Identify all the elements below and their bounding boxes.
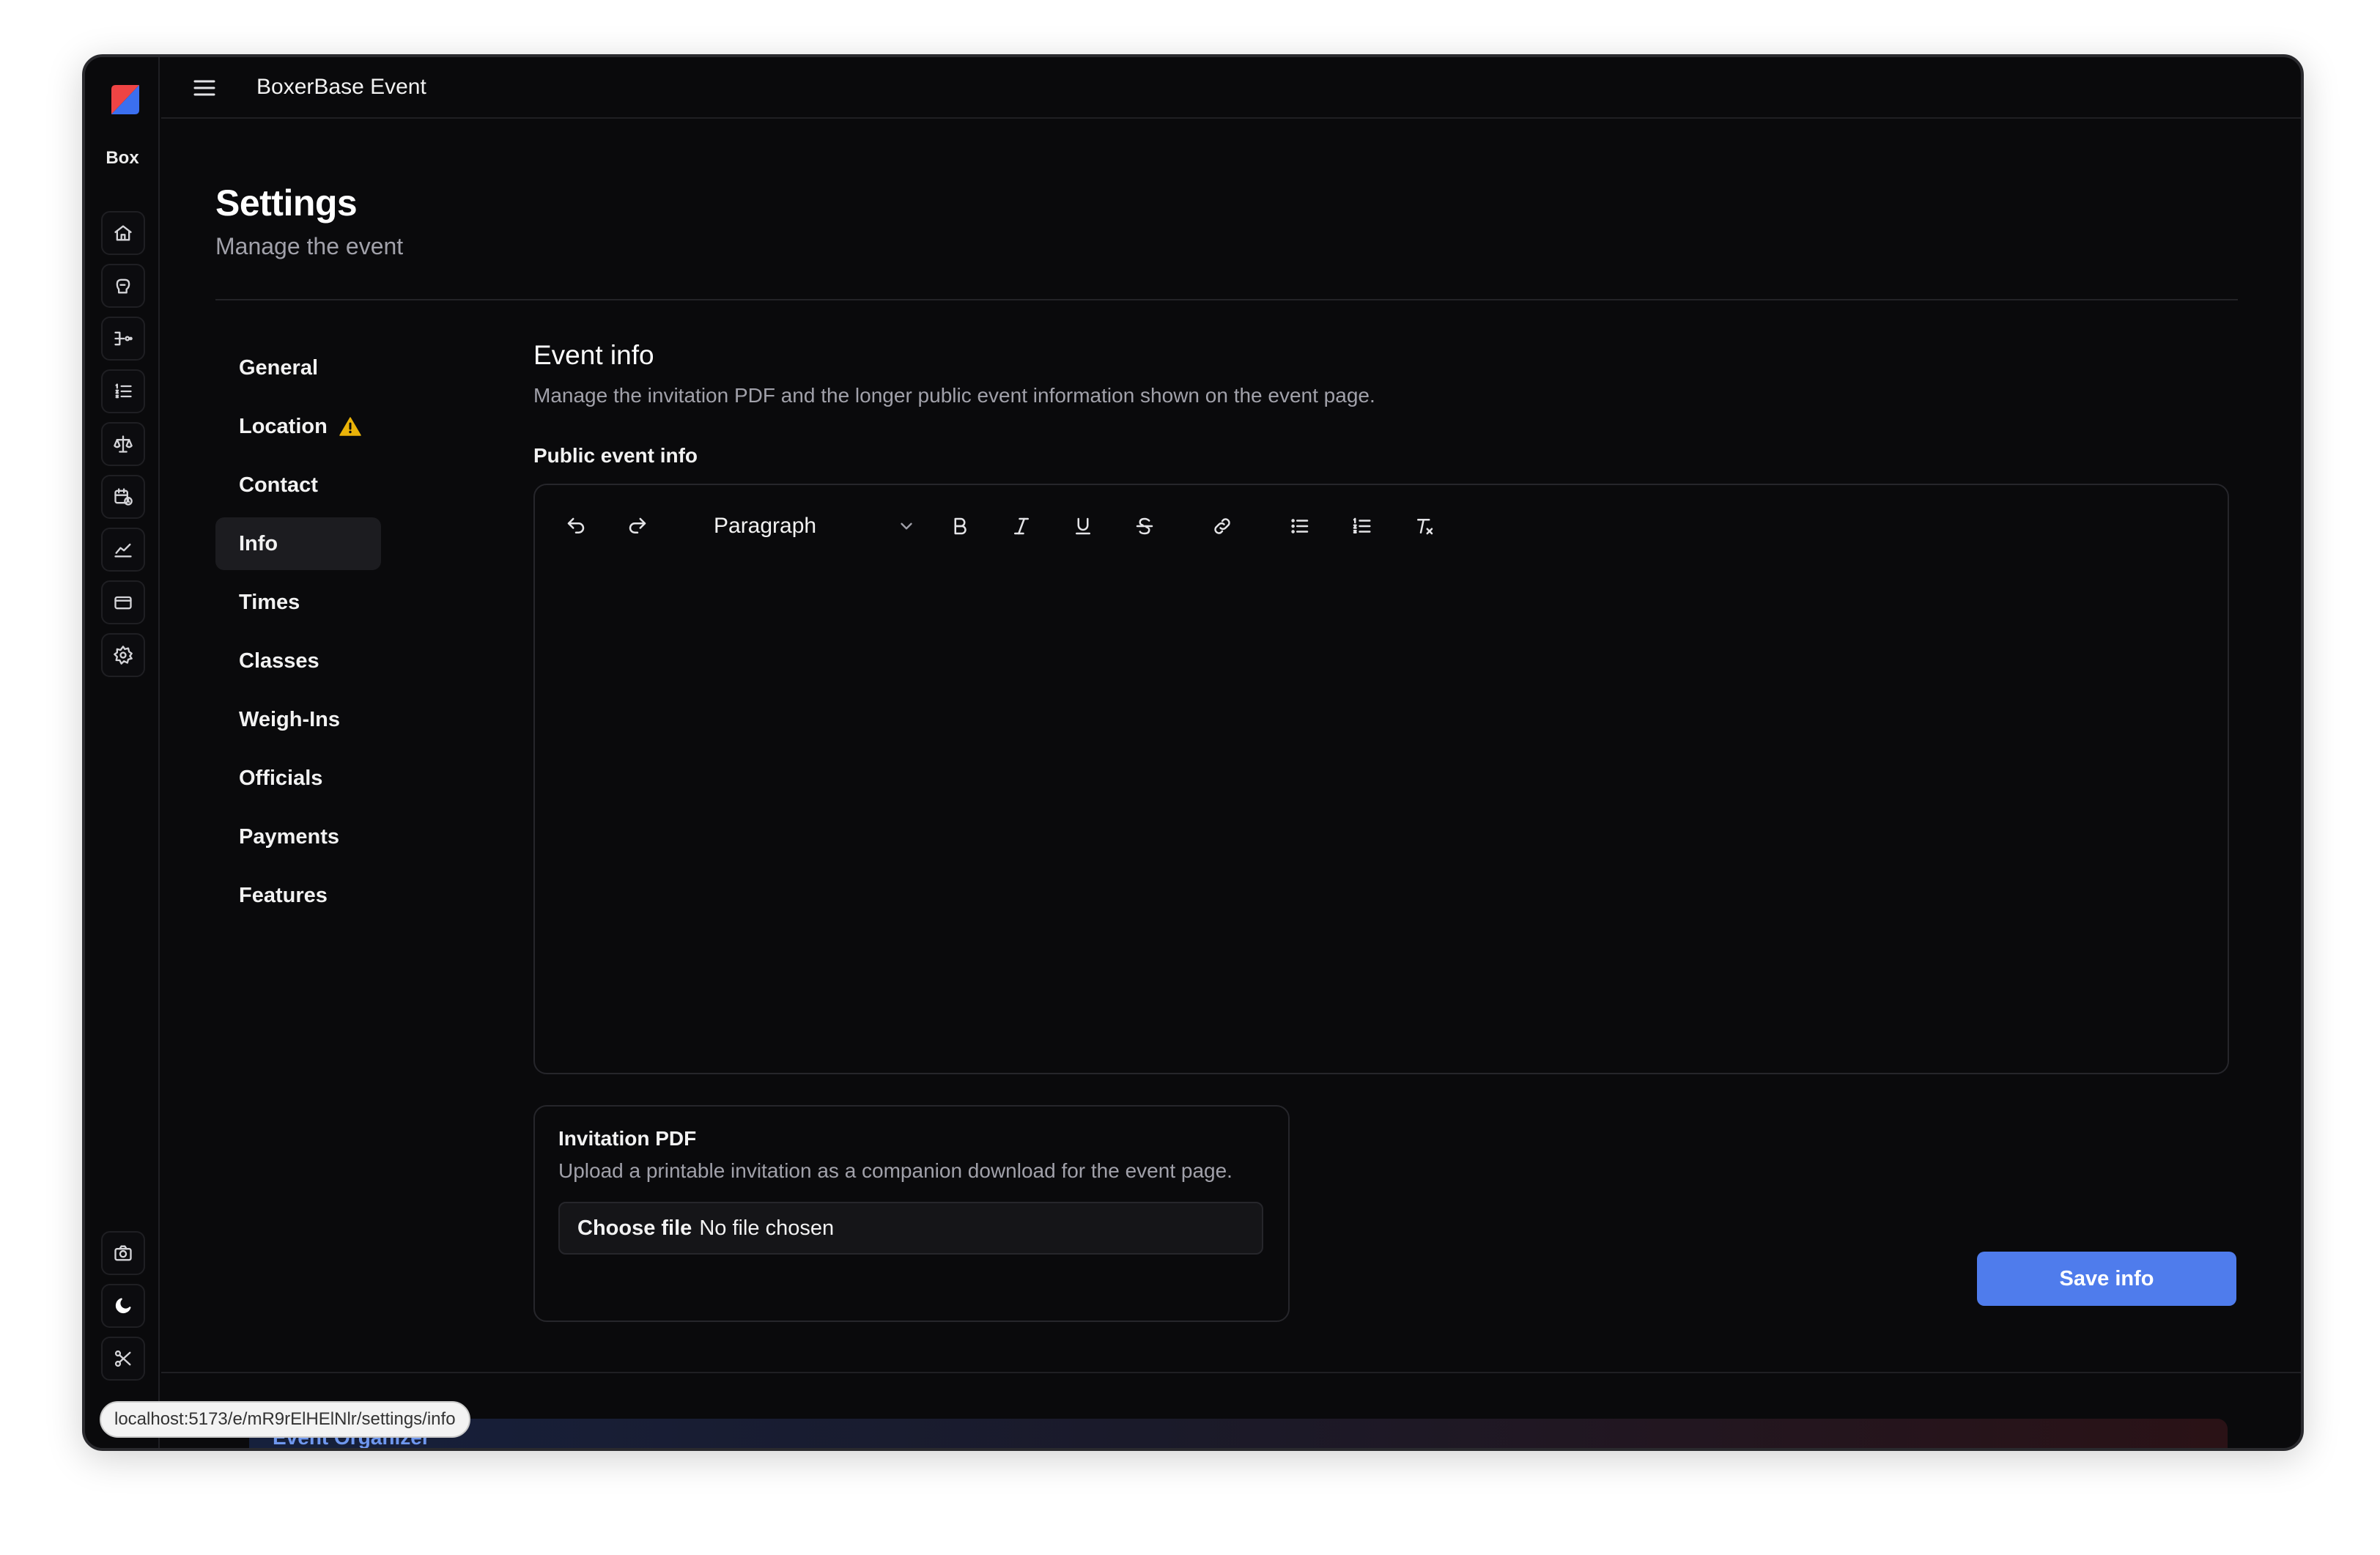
file-status: No file chosen [699, 1216, 835, 1240]
rail-label: Box [106, 148, 139, 168]
clear-formatting-icon [1417, 519, 1433, 535]
editor-toolbar: Paragraph [535, 485, 2228, 566]
clear-formatting-button[interactable] [1410, 511, 1439, 541]
link-preview-status: localhost:5173/e/mR9rElHElNlr/settings/i… [100, 1401, 470, 1438]
strikethrough-button[interactable] [1130, 511, 1159, 541]
nav-label: Features [239, 883, 328, 907]
nav-label: Location [239, 414, 328, 438]
rail-screenshot-button[interactable] [101, 1231, 145, 1275]
nav-item-contact[interactable]: Contact [215, 459, 381, 511]
rail-schedule-button[interactable] [101, 475, 145, 519]
nav-label: Contact [239, 473, 318, 497]
rail-billing-button[interactable] [101, 580, 145, 624]
bold-button[interactable] [945, 511, 975, 541]
nav-item-features[interactable]: Features [215, 869, 381, 922]
nav-item-officials[interactable]: Officials [215, 752, 381, 805]
rail-bouts-button[interactable] [101, 317, 145, 361]
nav-label: Times [239, 590, 300, 614]
top-bar [161, 57, 2301, 119]
block-type-value: Paragraph [714, 514, 817, 538]
invitation-pdf-card: Invitation PDF Upload a printable invita… [533, 1105, 1290, 1322]
section-title: Event info [533, 340, 654, 370]
organizer-banner: Event Organizer [249, 1419, 2228, 1448]
underline-icon [1076, 517, 1090, 535]
invitation-description: Upload a printable invitation as a compa… [558, 1159, 1232, 1182]
rail-home-button[interactable] [101, 211, 145, 255]
rail-list-button[interactable] [101, 369, 145, 413]
redo-icon [629, 517, 646, 533]
bullet-list-icon [1291, 519, 1309, 533]
nav-label: Classes [239, 649, 319, 673]
nav-label: General [239, 355, 318, 380]
glove-icon [116, 278, 130, 294]
numbered-list-icon [1353, 517, 1371, 533]
calendar-clock-icon [114, 488, 133, 506]
nav-label: Weigh-Ins [239, 707, 341, 731]
header-divider [215, 299, 2238, 300]
link-button[interactable] [1208, 511, 1237, 541]
footer-divider [161, 1372, 2301, 1373]
underline-button[interactable] [1068, 511, 1098, 541]
rail-theme-button[interactable] [101, 1284, 145, 1328]
undo-icon [567, 517, 585, 533]
public-info-label: Public event info [533, 444, 698, 467]
italic-button[interactable] [1007, 511, 1036, 541]
invitation-title: Invitation PDF [558, 1127, 697, 1150]
nav-item-info[interactable]: Info [215, 517, 381, 570]
rail-settings-button[interactable] [101, 633, 145, 677]
rail-stats-button[interactable] [101, 528, 145, 572]
nav-item-times[interactable]: Times [215, 576, 381, 629]
app-window: Box BoxerBase Event Settings Manage the … [82, 54, 2304, 1451]
warning-icon [339, 417, 361, 436]
page-title: Settings [215, 182, 358, 224]
undo-button[interactable] [561, 511, 591, 541]
section-description: Manage the invitation PDF and the longer… [533, 384, 1375, 407]
ordered-list-icon [115, 383, 132, 399]
page-subtitle: Manage the event [215, 233, 404, 259]
nav-item-location[interactable]: Location [215, 400, 381, 453]
editor-content-area[interactable] [561, 573, 2201, 1046]
app-title: BoxerBase Event [256, 75, 426, 99]
strikethrough-icon [1136, 517, 1153, 535]
moon-icon [115, 1298, 131, 1314]
app-logo-icon[interactable] [107, 82, 139, 114]
hamburger-menu-icon[interactable] [193, 79, 215, 97]
bold-icon [954, 517, 967, 535]
rich-text-editor[interactable]: Paragraph [533, 484, 2229, 1074]
block-type-select[interactable]: Paragraph [714, 509, 916, 544]
rail-weigh-button[interactable] [101, 422, 145, 466]
link-icon [1214, 518, 1230, 534]
nav-label: Payments [239, 824, 340, 849]
numbered-list-button[interactable] [1347, 511, 1376, 541]
card-icon [114, 596, 132, 610]
rail-tools-button[interactable] [101, 1337, 145, 1381]
home-icon [114, 225, 132, 241]
scale-icon [114, 435, 133, 453]
nav-item-weigh-ins[interactable]: Weigh-Ins [215, 693, 381, 746]
chevron-down-icon [901, 522, 912, 530]
nav-item-general[interactable]: General [215, 341, 381, 394]
nav-label: Info [239, 531, 278, 555]
save-info-button[interactable]: Save info [1977, 1252, 2236, 1306]
settings-nav: General Location Contact Info Times Clas… [215, 341, 381, 928]
nav-label: Officials [239, 766, 323, 790]
camera-icon [114, 1245, 132, 1261]
bullet-list-button[interactable] [1285, 511, 1315, 541]
icon-rail: Box [85, 57, 160, 1448]
nav-item-payments[interactable]: Payments [215, 810, 381, 863]
invitation-file-input[interactable]: Choose file No file chosen [558, 1202, 1263, 1255]
gear-icon [114, 646, 133, 665]
bracket-icon [114, 331, 133, 346]
redo-button[interactable] [623, 511, 652, 541]
rail-boxers-button[interactable] [101, 264, 145, 308]
italic-icon [1014, 517, 1029, 535]
choose-file-button[interactable]: Choose file [577, 1216, 692, 1241]
nav-item-classes[interactable]: Classes [215, 635, 381, 687]
scissors-icon [114, 1350, 131, 1367]
chart-icon [114, 543, 132, 558]
